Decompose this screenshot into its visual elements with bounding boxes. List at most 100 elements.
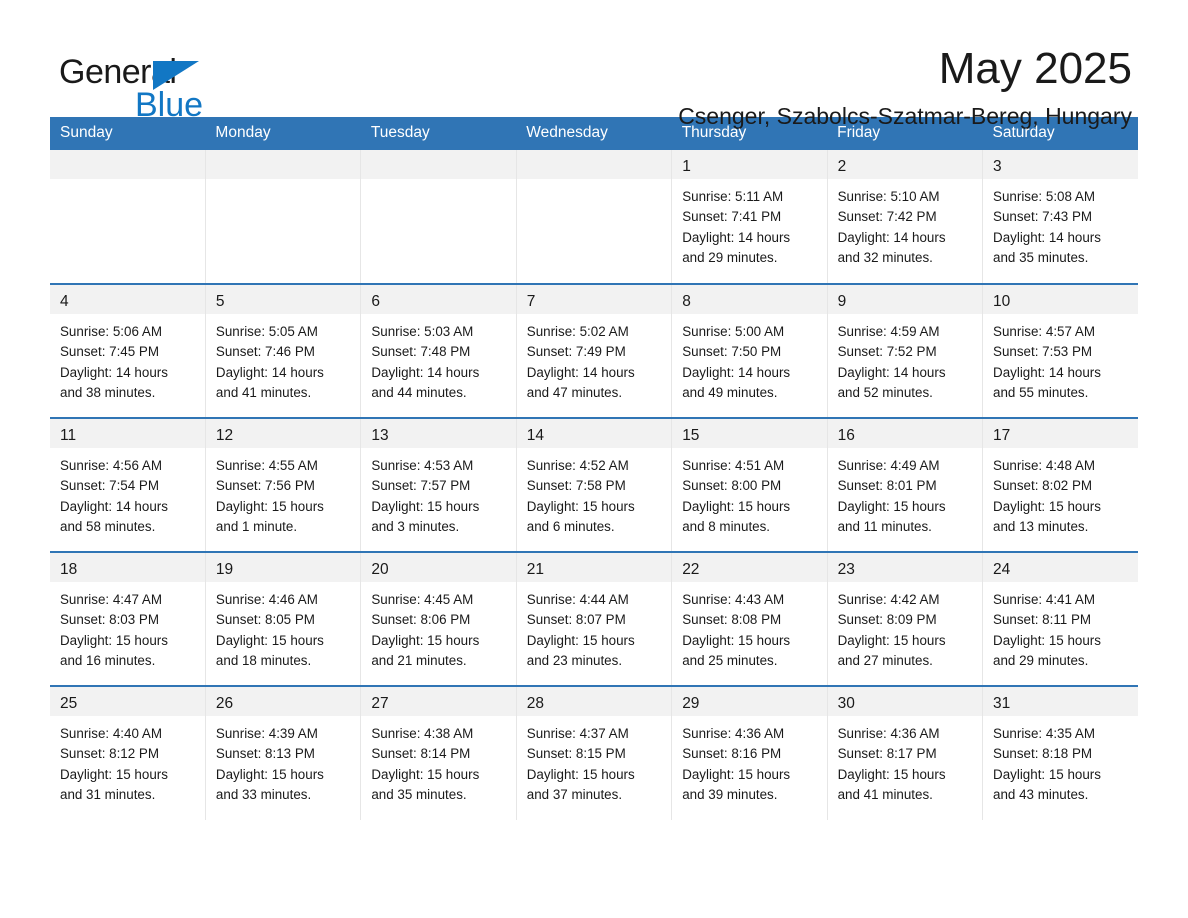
daylight-text-line2: and 18 minutes. xyxy=(215,653,312,669)
calendar-day-cell[interactable]: 1 Sunrise: 5:11 AM Sunset: 7:41 PM Daylight… xyxy=(671,150,828,284)
calendar-day-cell[interactable]: 3 Sunrise: 5:08 AM Sunset: 7:43 PM Daylight… xyxy=(982,150,1138,284)
daylight-text-line1: Daylight: 14 hours xyxy=(60,364,168,380)
daylight-text-line2: and 35 minutes. xyxy=(371,787,467,803)
calendar-day-cell[interactable]: 13 Sunrise: 4:53 AM Sunset: 7:57 PM Dayligh… xyxy=(360,417,517,552)
sunrise-text: Sunrise: 4:43 AM xyxy=(682,592,785,607)
generalblue-logo[interactable]: General Blue xyxy=(56,44,256,122)
sunrise-text: Sunrise: 4:49 AM xyxy=(837,458,940,473)
sunset-text: Sunset: 8:15 PM xyxy=(526,746,626,762)
day-number: 3 xyxy=(983,150,1138,179)
sunset-text: Sunset: 8:14 PM xyxy=(371,746,471,762)
daylight-text-line2: and 58 minutes. xyxy=(60,519,156,535)
day-info: Sunrise: 4:44 AM Sunset: 8:07 PM Daylight:… xyxy=(517,582,671,672)
daylight-text-line1: Daylight: 15 hours xyxy=(371,498,480,514)
sunset-text: Sunset: 7:41 PM xyxy=(682,209,782,225)
sunset-text: Sunset: 8:03 PM xyxy=(60,612,159,628)
weekday-header-tuesday: Tuesday xyxy=(360,117,517,150)
calendar-day-cell[interactable]: 22 Sunrise: 4:43 AM Sunset: 8:08 PM Dayligh… xyxy=(671,551,828,686)
day-info: Sunrise: 4:57 AM Sunset: 7:53 PM Daylight:… xyxy=(983,314,1138,404)
sunrise-text: Sunrise: 5:02 AM xyxy=(526,324,629,339)
sunrise-text: Sunrise: 4:38 AM xyxy=(371,726,474,741)
calendar-day-cell[interactable]: 11 Sunrise: 4:56 AM Sunset: 7:54 PM Dayligh… xyxy=(50,417,206,552)
calendar-day-cell[interactable]: 31 Sunrise: 4:35 AM Sunset: 8:18 PM Dayligh… xyxy=(982,685,1138,820)
daylight-text-line1: Daylight: 15 hours xyxy=(60,766,168,782)
daylight-text-line2: and 11 minutes. xyxy=(837,519,932,535)
daylight-text-line2: and 32 minutes. xyxy=(837,250,933,266)
calendar-body: 1 Sunrise: 5:11 AM Sunset: 7:41 PM Daylight… xyxy=(50,150,1138,820)
calendar-day-cell[interactable]: 16 Sunrise: 4:49 AM Sunset: 8:01 PM Dayligh… xyxy=(827,417,984,552)
daylight-text-line2: and 8 minutes. xyxy=(682,519,771,535)
sunrise-text: Sunrise: 5:11 AM xyxy=(682,189,784,204)
calendar-day-cell[interactable]: 14 Sunrise: 4:52 AM Sunset: 7:58 PM Dayligh… xyxy=(516,417,673,552)
calendar-day-cell[interactable]: 27 Sunrise: 4:38 AM Sunset: 8:14 PM Dayligh… xyxy=(360,685,517,820)
sunrise-text: Sunrise: 4:55 AM xyxy=(215,458,318,473)
sunset-text: Sunset: 8:17 PM xyxy=(837,746,937,762)
calendar-day-cell[interactable]: 25 Sunrise: 4:40 AM Sunset: 8:12 PM Dayligh… xyxy=(50,685,206,820)
calendar-day-cell[interactable]: 30 Sunrise: 4:36 AM Sunset: 8:17 PM Dayligh… xyxy=(827,685,984,820)
sunrise-text: Sunrise: 5:05 AM xyxy=(215,324,318,339)
day-info: Sunrise: 4:48 AM Sunset: 8:02 PM Daylight:… xyxy=(983,448,1138,538)
day-info: Sunrise: 5:08 AM Sunset: 7:43 PM Daylight:… xyxy=(983,179,1138,269)
calendar-day-cell-empty xyxy=(50,150,206,284)
day-number: 11 xyxy=(50,419,205,448)
sunrise-text: Sunrise: 4:37 AM xyxy=(526,726,629,741)
calendar-day-cell[interactable]: 2 Sunrise: 5:10 AM Sunset: 7:42 PM Daylight… xyxy=(827,150,984,284)
daylight-text-line1: Daylight: 15 hours xyxy=(837,766,946,782)
day-number: 2 xyxy=(827,150,983,179)
calendar-day-cell[interactable]: 9 Sunrise: 4:59 AM Sunset: 7:52 PM Daylight… xyxy=(827,283,984,418)
sunrise-text: Sunrise: 4:36 AM xyxy=(682,726,785,741)
day-number xyxy=(516,150,672,179)
daylight-text-line2: and 29 minutes. xyxy=(993,653,1089,669)
calendar-table: Sunday Monday Tuesday Wednesday Thursday… xyxy=(50,117,1138,820)
day-number: 28 xyxy=(516,687,672,716)
day-info: Sunrise: 4:36 AM Sunset: 8:17 PM Daylight:… xyxy=(828,716,982,806)
calendar-day-cell[interactable]: 6 Sunrise: 5:03 AM Sunset: 7:48 PM Daylight… xyxy=(360,283,517,418)
sunrise-text: Sunrise: 4:44 AM xyxy=(526,592,629,607)
sunset-text: Sunset: 8:13 PM xyxy=(215,746,315,762)
sunset-text: Sunset: 8:07 PM xyxy=(526,612,626,628)
calendar-day-cell[interactable]: 7 Sunrise: 5:02 AM Sunset: 7:49 PM Daylight… xyxy=(516,283,673,418)
calendar-day-cell-empty xyxy=(516,150,673,284)
calendar-day-cell[interactable]: 24 Sunrise: 4:41 AM Sunset: 8:11 PM Dayligh… xyxy=(982,551,1138,686)
daylight-text-line2: and 31 minutes. xyxy=(60,787,156,803)
calendar-day-cell[interactable]: 29 Sunrise: 4:36 AM Sunset: 8:16 PM Dayligh… xyxy=(671,685,828,820)
calendar-day-cell[interactable]: 4 Sunrise: 5:06 AM Sunset: 7:45 PM Daylight… xyxy=(50,283,206,418)
sunset-text: Sunset: 7:57 PM xyxy=(371,478,471,494)
sunrise-text: Sunrise: 5:06 AM xyxy=(60,324,162,339)
calendar-day-cell[interactable]: 15 Sunrise: 4:51 AM Sunset: 8:00 PM Dayligh… xyxy=(671,417,828,552)
calendar-day-cell[interactable]: 10 Sunrise: 4:57 AM Sunset: 7:53 PM Dayligh… xyxy=(982,283,1138,418)
calendar-day-cell[interactable]: 20 Sunrise: 4:45 AM Sunset: 8:06 PM Dayligh… xyxy=(360,551,517,686)
day-info: Sunrise: 4:42 AM Sunset: 8:09 PM Daylight:… xyxy=(828,582,982,672)
daylight-text-line2: and 33 minutes. xyxy=(215,787,312,803)
calendar-day-cell[interactable]: 21 Sunrise: 4:44 AM Sunset: 8:07 PM Dayligh… xyxy=(516,551,673,686)
sunrise-text: Sunrise: 4:41 AM xyxy=(993,592,1096,607)
calendar-day-cell[interactable]: 17 Sunrise: 4:48 AM Sunset: 8:02 PM Dayligh… xyxy=(982,417,1138,552)
calendar-day-cell[interactable]: 28 Sunrise: 4:37 AM Sunset: 8:15 PM Dayligh… xyxy=(516,685,673,820)
sunset-text: Sunset: 7:54 PM xyxy=(60,478,159,494)
sunrise-text: Sunrise: 4:48 AM xyxy=(993,458,1096,473)
daylight-text-line2: and 55 minutes. xyxy=(993,385,1089,401)
daylight-text-line1: Daylight: 15 hours xyxy=(215,766,324,782)
day-info: Sunrise: 4:56 AM Sunset: 7:54 PM Daylight:… xyxy=(50,448,205,538)
sunset-text: Sunset: 8:06 PM xyxy=(371,612,471,628)
calendar-day-cell[interactable]: 23 Sunrise: 4:42 AM Sunset: 8:09 PM Dayligh… xyxy=(827,551,984,686)
calendar-week-row: 18 Sunrise: 4:47 AM Sunset: 8:03 PM Dayligh… xyxy=(50,551,1138,686)
day-info: Sunrise: 4:53 AM Sunset: 7:57 PM Daylight:… xyxy=(361,448,515,538)
page-header: General Blue May 2025 Csenger, Szabolcs-… xyxy=(0,0,1188,129)
sunset-text: Sunset: 8:11 PM xyxy=(993,612,1092,628)
calendar-day-cell[interactable]: 18 Sunrise: 4:47 AM Sunset: 8:03 PM Dayligh… xyxy=(50,551,206,686)
sunset-text: Sunset: 7:48 PM xyxy=(371,344,471,360)
calendar-day-cell[interactable]: 26 Sunrise: 4:39 AM Sunset: 8:13 PM Dayligh… xyxy=(205,685,362,820)
daylight-text-line1: Daylight: 15 hours xyxy=(526,766,635,782)
calendar-day-cell[interactable]: 19 Sunrise: 4:46 AM Sunset: 8:05 PM Dayligh… xyxy=(205,551,362,686)
calendar-day-cell[interactable]: 5 Sunrise: 5:05 AM Sunset: 7:46 PM Daylight… xyxy=(205,283,362,418)
day-number: 5 xyxy=(205,285,361,314)
daylight-text-line1: Daylight: 15 hours xyxy=(215,498,324,514)
calendar-day-cell[interactable]: 8 Sunrise: 5:00 AM Sunset: 7:50 PM Daylight… xyxy=(671,283,828,418)
daylight-text-line2: and 21 minutes. xyxy=(371,653,467,669)
sunset-text: Sunset: 8:16 PM xyxy=(682,746,782,762)
calendar-day-cell[interactable]: 12 Sunrise: 4:55 AM Sunset: 7:56 PM Dayligh… xyxy=(205,417,362,552)
day-number: 31 xyxy=(983,687,1138,716)
daylight-text-line2: and 41 minutes. xyxy=(215,385,312,401)
day-number: 1 xyxy=(672,150,827,179)
